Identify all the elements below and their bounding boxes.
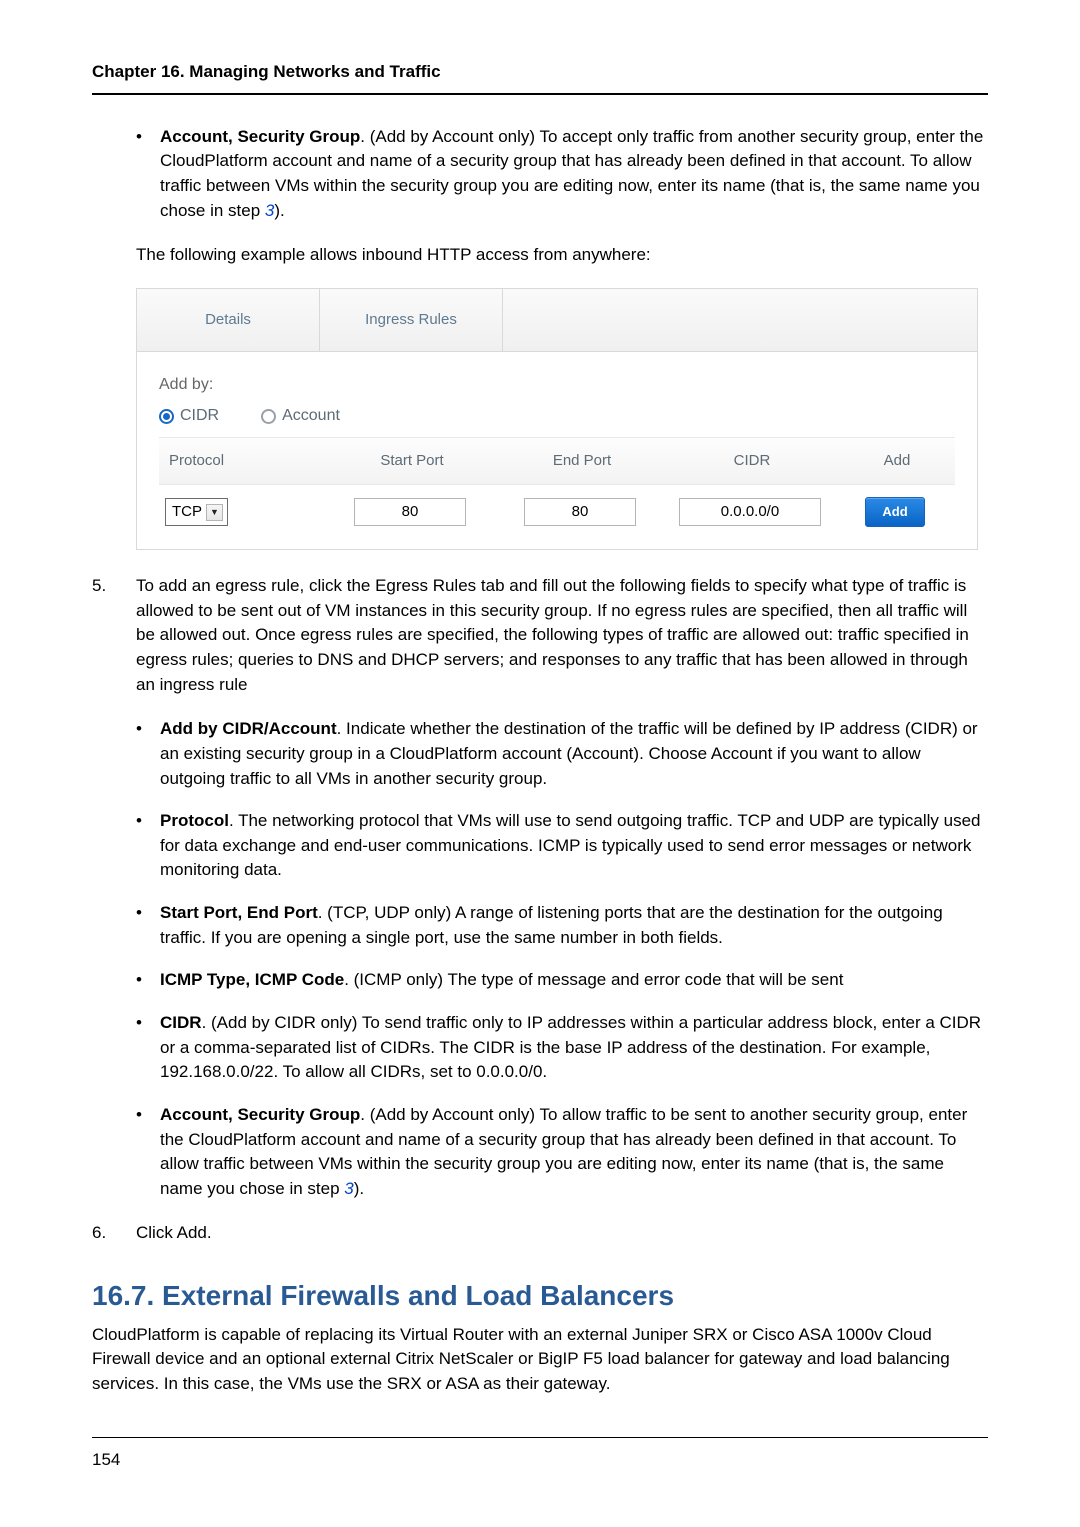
step-5-bullet-cidr: CIDR. (Add by CIDR only) To send traffic… <box>136 1011 988 1085</box>
bullet-label: Account, Security Group <box>160 1105 360 1124</box>
intro-bullet-label: Account, Security Group <box>160 127 360 146</box>
step-6: 6. Click Add. <box>92 1221 988 1246</box>
col-protocol: Protocol <box>165 450 325 472</box>
bullet-label: Start Port, End Port <box>160 903 318 922</box>
col-start-port: Start Port <box>325 450 495 472</box>
bullet-label: Protocol <box>160 811 229 830</box>
intro-bullet-step-link[interactable]: 3 <box>265 201 274 220</box>
chapter-header: Chapter 16. Managing Networks and Traffi… <box>92 60 988 95</box>
screenshot-panel: Details Ingress Rules Add by: CIDR Accou… <box>136 288 978 550</box>
bullet-text: . (ICMP only) The type of message and er… <box>344 970 843 989</box>
chevron-down-icon: ▼ <box>206 504 223 521</box>
tab-details[interactable]: Details <box>137 289 320 351</box>
intro-bullet-close: ). <box>274 201 284 220</box>
table-row: TCP ▼ 80 80 0.0.0.0/0 Add <box>159 485 955 527</box>
bullet-text: . (Add by CIDR only) To send traffic onl… <box>160 1013 981 1081</box>
cidr-input[interactable]: 0.0.0.0/0 <box>679 498 821 526</box>
step-link-3[interactable]: 3 <box>344 1179 353 1198</box>
add-by-section: Add by: CIDR Account <box>137 352 977 437</box>
radio-account[interactable] <box>261 409 276 424</box>
section-title: 16.7. External Firewalls and Load Balanc… <box>92 1276 988 1317</box>
example-line: The following example allows inbound HTT… <box>136 243 988 268</box>
add-by-label: Add by: <box>159 372 955 398</box>
table-header: Protocol Start Port End Port CIDR Add <box>159 437 955 485</box>
step-5-bullet-ports: Start Port, End Port. (TCP, UDP only) A … <box>136 901 988 950</box>
start-port-input[interactable]: 80 <box>354 498 466 526</box>
bullet-text: . The networking protocol that VMs will … <box>160 811 981 879</box>
radio-cidr-label: CIDR <box>180 403 219 429</box>
tabs: Details Ingress Rules <box>137 289 977 352</box>
step-5-bullet-addby: Add by CIDR/Account. Indicate whether th… <box>136 717 988 791</box>
bullet-close: ). <box>354 1179 364 1198</box>
protocol-value: TCP <box>172 501 202 523</box>
col-add: Add <box>835 450 955 472</box>
step-6-text: Click Add. <box>136 1223 212 1242</box>
col-cidr: CIDR <box>665 450 835 472</box>
step-5-text: To add an egress rule, click the Egress … <box>136 576 969 694</box>
tab-ingress-rules[interactable]: Ingress Rules <box>320 289 503 351</box>
bullet-label: CIDR <box>160 1013 202 1032</box>
bullet-label: ICMP Type, ICMP Code <box>160 970 344 989</box>
page-number: 154 <box>92 1448 988 1473</box>
step-5-bullet-icmp: ICMP Type, ICMP Code. (ICMP only) The ty… <box>136 968 988 993</box>
step-5-num: 5. <box>92 574 106 599</box>
footer-rule <box>92 1437 988 1438</box>
bullet-label: Add by CIDR/Account <box>160 719 337 738</box>
radio-account-label: Account <box>282 403 340 429</box>
add-button[interactable]: Add <box>865 497 925 527</box>
section-body: CloudPlatform is capable of replacing it… <box>92 1323 988 1397</box>
step-5-bullet-account: Account, Security Group. (Add by Account… <box>136 1103 988 1202</box>
step-5-bullet-protocol: Protocol. The networking protocol that V… <box>136 809 988 883</box>
col-end-port: End Port <box>495 450 665 472</box>
step-6-num: 6. <box>92 1221 106 1246</box>
end-port-input[interactable]: 80 <box>524 498 636 526</box>
radio-cidr[interactable] <box>159 409 174 424</box>
protocol-select[interactable]: TCP ▼ <box>165 498 228 526</box>
step-5: 5. To add an egress rule, click the Egre… <box>92 574 988 1201</box>
intro-bullet: Account, Security Group. (Add by Account… <box>136 125 988 224</box>
